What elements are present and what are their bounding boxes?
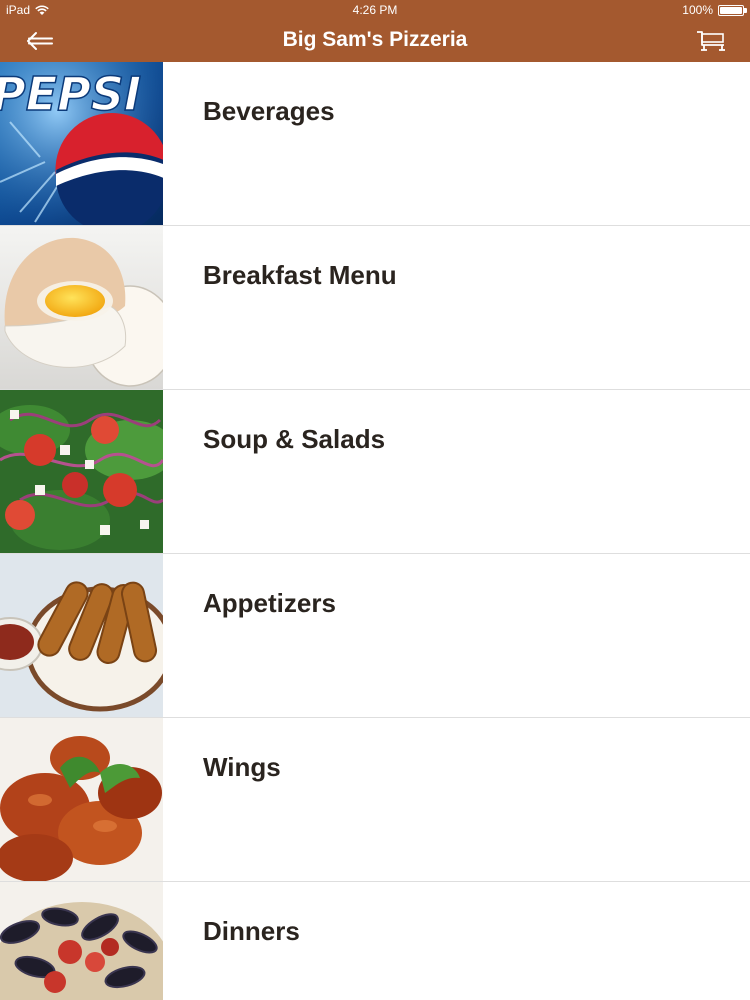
battery-icon (718, 4, 747, 16)
menu-item-appetizers[interactable]: Appetizers (0, 554, 750, 718)
menu-item-dinners[interactable]: Dinners (0, 882, 750, 1000)
menu-item-breakfast-menu[interactable]: Breakfast Menu (0, 226, 750, 390)
cart-button[interactable] (694, 26, 728, 56)
status-battery: 100% (682, 3, 747, 17)
menu-item-wings[interactable]: Wings (0, 718, 750, 882)
menu-item-label: Beverages (203, 96, 335, 126)
wings-image (0, 718, 163, 881)
shopping-cart-icon (697, 31, 725, 51)
battery-percent: 100% (682, 3, 713, 17)
menu-item-label: Dinners (203, 916, 300, 946)
menu-item-label: Breakfast Menu (203, 260, 397, 290)
menu-item-beverages[interactable]: PEPSI Beverages (0, 62, 750, 226)
page-title: Big Sam's Pizzeria (282, 28, 468, 51)
menu-item-label: Appetizers (203, 588, 336, 618)
menu-item-label: Soup & Salads (203, 424, 386, 454)
status-time: 4:26 PM (352, 3, 398, 17)
status-bar: iPad 4:26 PM 100% (0, 0, 750, 20)
salad-image (0, 390, 163, 553)
pepsi-image: PEPSI (0, 62, 163, 225)
menu-item-label: Wings (203, 752, 281, 782)
menu-category-list: PEPSI Beverages Breakfast Menu Soup & Sa… (0, 62, 750, 1000)
mussels-pasta-image (0, 882, 163, 1000)
app-header: iPad 4:26 PM 100% Big Sam's Pizzeria (0, 0, 750, 62)
navigation-bar: Big Sam's Pizzeria (0, 20, 750, 62)
egg-image (0, 226, 163, 389)
svg-text:PEPSI: PEPSI (0, 67, 141, 121)
menu-item-soup-and-salads[interactable]: Soup & Salads (0, 390, 750, 554)
mozzarella-sticks-image (0, 554, 163, 717)
